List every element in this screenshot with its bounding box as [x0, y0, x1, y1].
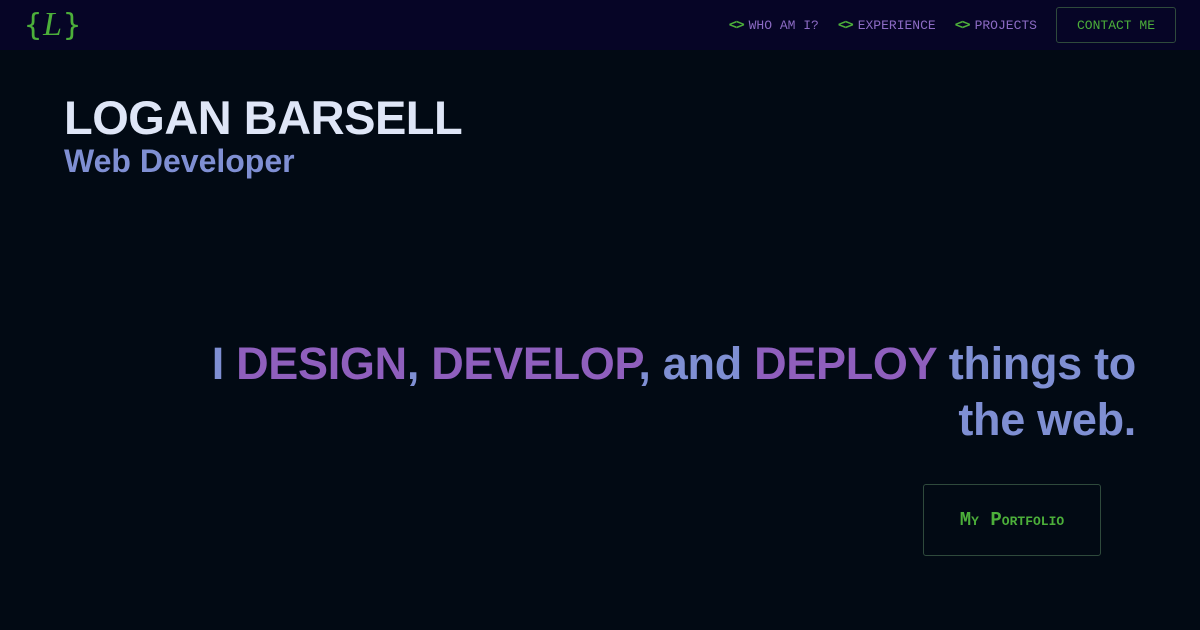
my-portfolio-button[interactable]: My Portfolio — [923, 484, 1101, 556]
nav-link-who-am-i[interactable]: <> WHO AM I? — [729, 17, 819, 33]
tagline-design: DESIGN — [236, 338, 407, 389]
contact-me-button[interactable]: CONTACT ME — [1056, 7, 1176, 43]
hero-role: Web Developer — [64, 143, 295, 179]
nav-links: <> WHO AM I? <> EXPERIENCE <> PROJECTS C… — [729, 7, 1176, 43]
tagline-text: I — [211, 338, 237, 389]
code-brackets-icon: <> — [954, 17, 971, 33]
logo-letter: L — [43, 6, 62, 43]
tagline-text: , — [406, 338, 432, 389]
hero-name: LOGAN BARSELL — [64, 91, 463, 144]
nav-link-label: PROJECTS — [974, 17, 1037, 33]
logo[interactable]: {L} — [24, 6, 81, 44]
top-nav-bar: {L} <> WHO AM I? <> EXPERIENCE <> PROJEC… — [0, 0, 1200, 50]
nav-link-projects[interactable]: <> PROJECTS — [955, 17, 1037, 33]
tagline-text: , and — [638, 338, 755, 389]
nav-link-experience[interactable]: <> EXPERIENCE — [838, 17, 936, 33]
code-brackets-icon: <> — [728, 17, 745, 33]
nav-link-label: EXPERIENCE — [857, 17, 936, 33]
nav-link-label: WHO AM I? — [748, 17, 819, 33]
code-brackets-icon: <> — [837, 17, 854, 33]
logo-open-brace: { — [24, 8, 43, 43]
logo-close-brace: } — [62, 8, 82, 43]
tagline-develop: DEVELOP — [431, 338, 639, 389]
tagline-text: things to the web. — [936, 338, 1137, 445]
hero-tagline: I DESIGN, DEVELOP, and DEPLOY things to … — [136, 336, 1137, 448]
tagline-deploy: DEPLOY — [754, 338, 937, 389]
